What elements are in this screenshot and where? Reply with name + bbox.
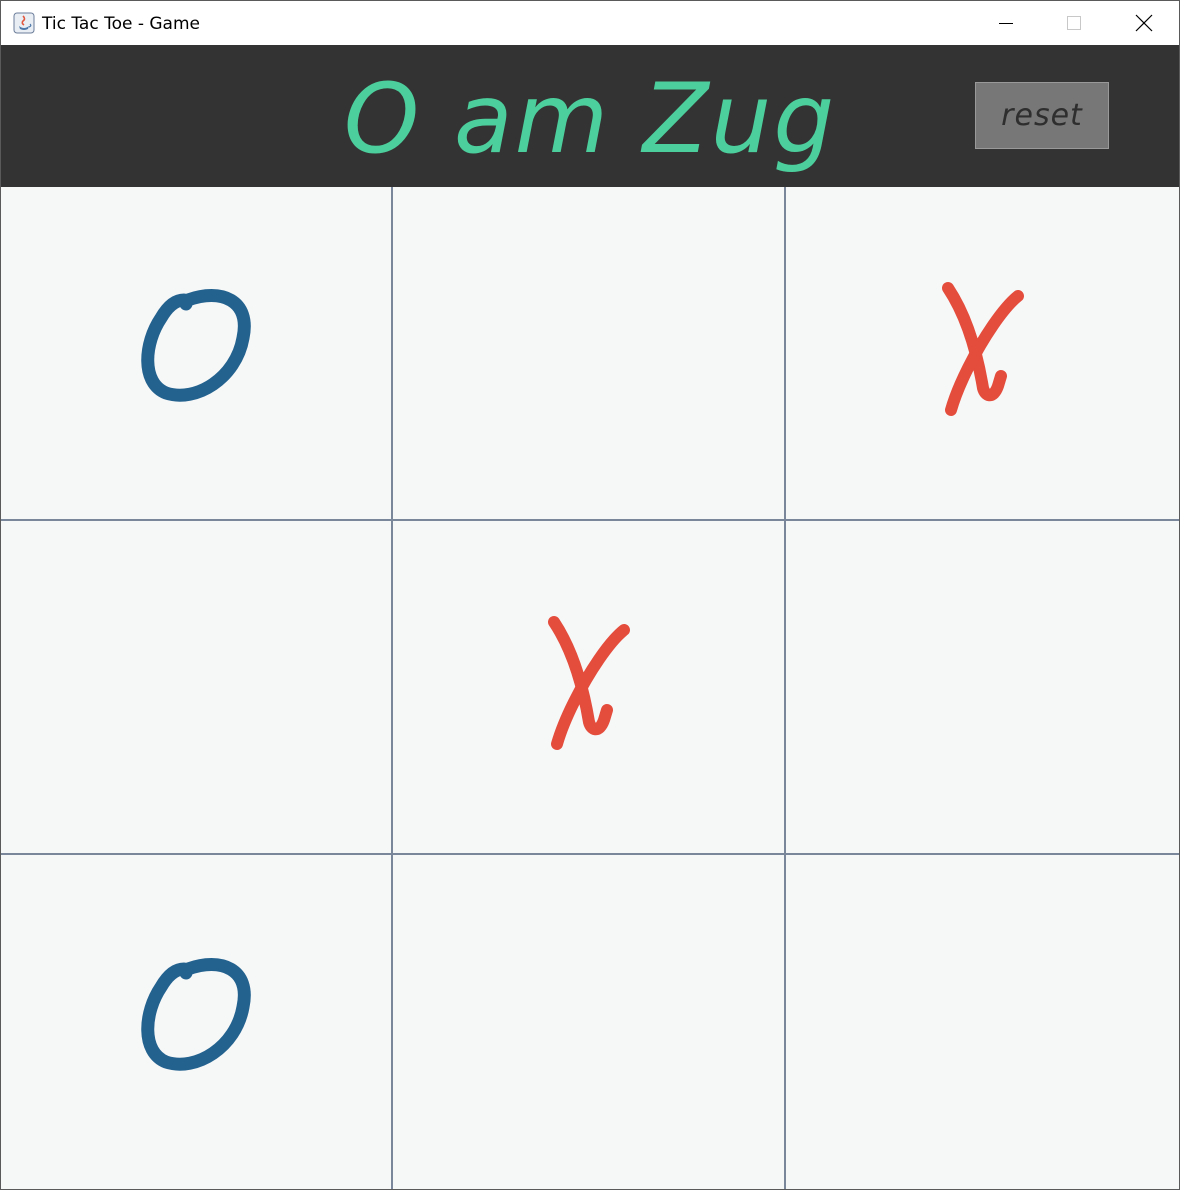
o-mark-icon	[141, 289, 251, 402]
close-icon	[1135, 14, 1153, 32]
board-cell-3-1[interactable]	[1, 855, 391, 1189]
o-mark-icon	[141, 958, 251, 1071]
board-cell-1-1[interactable]	[1, 187, 391, 519]
minimize-button[interactable]	[983, 1, 1029, 45]
game-board	[1, 187, 1179, 1189]
x-mark-icon	[941, 282, 1024, 416]
board-cell-3-3[interactable]	[786, 855, 1179, 1189]
maximize-button[interactable]	[1051, 1, 1097, 45]
board-cell-2-2[interactable]	[393, 521, 784, 853]
game-window: Tic Tac Toe - Game O am Zug reset	[0, 0, 1180, 1190]
board-cell-2-3[interactable]	[786, 521, 1179, 853]
close-button[interactable]	[1121, 1, 1167, 45]
board-cell-3-2[interactable]	[393, 855, 784, 1189]
board-cell-1-3[interactable]	[786, 187, 1179, 519]
java-app-icon	[13, 12, 35, 34]
minimize-icon	[999, 23, 1013, 24]
reset-button[interactable]: reset	[975, 82, 1109, 149]
board-cell-1-2[interactable]	[393, 187, 784, 519]
window-title: Tic Tac Toe - Game	[42, 14, 200, 34]
x-mark-icon	[547, 616, 630, 750]
game-header: O am Zug reset	[1, 45, 1179, 187]
board-cell-2-1[interactable]	[1, 521, 391, 853]
title-bar: Tic Tac Toe - Game	[1, 1, 1179, 45]
maximize-icon	[1067, 16, 1081, 30]
